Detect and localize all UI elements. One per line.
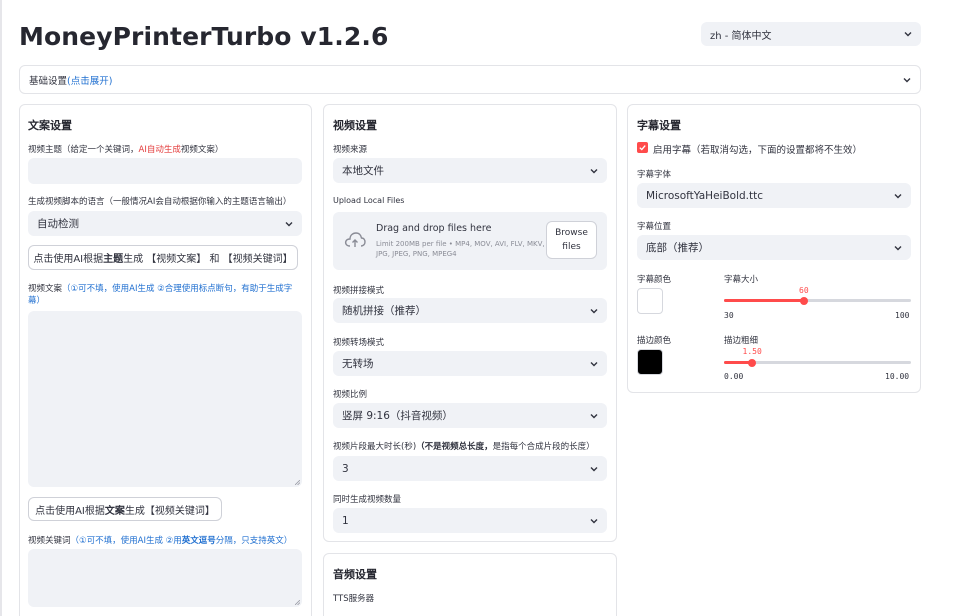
- resize-grip-icon[interactable]: [295, 600, 300, 605]
- subtitle-position-select[interactable]: 底部（推荐）: [637, 235, 911, 260]
- chevron-down-icon: [889, 235, 907, 260]
- generate-script-button[interactable]: 点击使用AI根据 主题 生成 【视频文案】 和 【视频关键词】: [28, 245, 298, 270]
- dropzone-title: Drag and drop files here: [376, 223, 492, 234]
- dropzone-limits: Limit 200MB per file • MP4, MOV, AVI, FL…: [376, 240, 545, 258]
- subtitle-size-thumb[interactable]: [800, 296, 808, 305]
- check-icon: [639, 145, 646, 151]
- script-language-value: 自动检测: [37, 218, 79, 230]
- page-title: MoneyPrinterTurbo v1.2.6: [19, 22, 389, 51]
- chevron-down-icon: [585, 298, 603, 323]
- audio-settings-panel: [323, 553, 617, 616]
- chevron-down-icon: [585, 158, 603, 183]
- script-settings-heading: 文案设置: [28, 119, 72, 132]
- video-count-value: 1: [342, 514, 349, 527]
- language-select[interactable]: zh - 简体中文: [701, 22, 921, 46]
- file-dropzone[interactable]: Drag and drop files here Limit 200MB per…: [333, 212, 607, 270]
- enable-subtitles-checkbox[interactable]: [637, 142, 648, 153]
- aspect-ratio-value: 竖屏 9:16（抖音视频）: [342, 410, 453, 422]
- video-count-select[interactable]: 1: [333, 508, 607, 533]
- stroke-width-max: 10.00: [885, 372, 910, 381]
- window-edge: [0, 0, 2, 616]
- chevron-down-icon: [280, 211, 298, 236]
- video-keywords-label: 视频关键词（①可不填，使用AI生成 ②用英文逗号分隔，只支持英文）: [28, 536, 293, 546]
- stroke-width-slider[interactable]: [724, 358, 911, 367]
- stroke-width-min: 0.00: [724, 372, 744, 381]
- concat-mode-value: 随机拼接（推荐）: [342, 305, 426, 317]
- subtitle-color-swatch[interactable]: [637, 288, 663, 314]
- browse-line-1: Browse: [555, 228, 588, 238]
- cloud-upload-icon: [344, 232, 366, 247]
- stroke-color-swatch[interactable]: [637, 349, 663, 375]
- subtitle-size-value: 60: [799, 286, 809, 295]
- script-language-label: 生成视频脚本的语言（一般情况AI会自动根据你输入的主题语言输出）: [28, 197, 292, 207]
- subtitle-font-label: 字幕字体: [637, 170, 672, 180]
- subtitle-color-label: 字幕颜色: [637, 275, 672, 285]
- language-select-value: zh - 简体中文: [710, 30, 772, 42]
- enable-subtitles-label: 启用字幕（若取消勾选，下面的设置都将不生效）: [653, 145, 863, 156]
- concat-mode-label: 视频拼接模式: [333, 286, 385, 296]
- chevron-down-icon: [585, 351, 603, 376]
- transition-mode-select[interactable]: 无转场: [333, 351, 607, 376]
- audio-settings-heading: 音频设置: [333, 568, 377, 581]
- stroke-width-thumb[interactable]: [748, 358, 756, 367]
- resize-grip-icon[interactable]: [295, 480, 300, 485]
- clip-duration-value: 3: [342, 462, 349, 475]
- basic-settings-label: 基础设置(点击展开): [29, 75, 113, 87]
- subtitle-position-value: 底部（推荐）: [646, 242, 709, 254]
- transition-mode-value: 无转场: [342, 358, 374, 370]
- subtitle-size-min: 30: [724, 311, 734, 320]
- stroke-width-label: 描边粗细: [724, 336, 759, 346]
- script-language-select[interactable]: 自动检测: [28, 211, 302, 236]
- chevron-down-icon: [889, 183, 907, 208]
- concat-mode-select[interactable]: 随机拼接（推荐）: [333, 298, 607, 323]
- subtitle-settings-heading: 字幕设置: [637, 119, 681, 132]
- video-script-label: 视频文案（①可不填，使用AI生成 ②合理使用标点断句，有助于生成字幕）: [28, 284, 293, 306]
- chevron-down-icon: [585, 508, 603, 533]
- video-keywords-textarea[interactable]: [28, 549, 302, 607]
- stroke-width-value: 1.50: [742, 347, 762, 356]
- chevron-down-icon: [585, 456, 603, 481]
- video-subject-label: 视频主题（给定一个关键词，AI自动生成视频文案）: [28, 145, 224, 155]
- transition-mode-label: 视频转场模式: [333, 338, 385, 348]
- subtitle-size-slider[interactable]: [724, 296, 911, 305]
- video-source-label: 视频来源: [333, 145, 368, 155]
- video-script-textarea[interactable]: [28, 311, 302, 487]
- aspect-ratio-select[interactable]: 竖屏 9:16（抖音视频）: [333, 403, 607, 428]
- browse-files-button[interactable]: Browse files: [546, 221, 597, 259]
- clip-duration-label: 视频片段最大时长(秒)（不是视频总长度，是指每个合成片段的长度）: [333, 442, 595, 452]
- basic-settings-expander[interactable]: 基础设置(点击展开): [19, 65, 921, 94]
- clip-duration-select[interactable]: 3: [333, 456, 607, 481]
- chevron-down-icon: [898, 66, 916, 93]
- subtitle-size-fill: [724, 299, 804, 302]
- aspect-ratio-label: 视频比例: [333, 390, 368, 400]
- video-source-value: 本地文件: [342, 165, 384, 177]
- generate-keywords-button[interactable]: 点击使用AI根据 文案 生成【视频关键词】: [28, 497, 222, 521]
- tts-server-label: TTS服务器: [333, 594, 375, 604]
- video-count-label: 同时生成视频数量: [333, 495, 402, 505]
- video-settings-heading: 视频设置: [333, 119, 377, 132]
- chevron-down-icon: [899, 22, 917, 46]
- stroke-color-label: 描边颜色: [637, 336, 672, 346]
- subtitle-size-label: 字幕大小: [724, 275, 759, 285]
- subtitle-font-value: MicrosoftYaHeiBold.ttc: [646, 189, 764, 202]
- video-subject-input[interactable]: [28, 158, 302, 184]
- subtitle-font-select[interactable]: MicrosoftYaHeiBold.ttc: [637, 183, 911, 208]
- subtitle-position-label: 字幕位置: [637, 222, 672, 232]
- chevron-down-icon: [585, 403, 603, 428]
- browse-line-2: files: [562, 242, 581, 252]
- upload-files-label: Upload Local Files: [333, 196, 405, 205]
- video-source-select[interactable]: 本地文件: [333, 158, 607, 183]
- subtitle-size-max: 100: [895, 311, 910, 320]
